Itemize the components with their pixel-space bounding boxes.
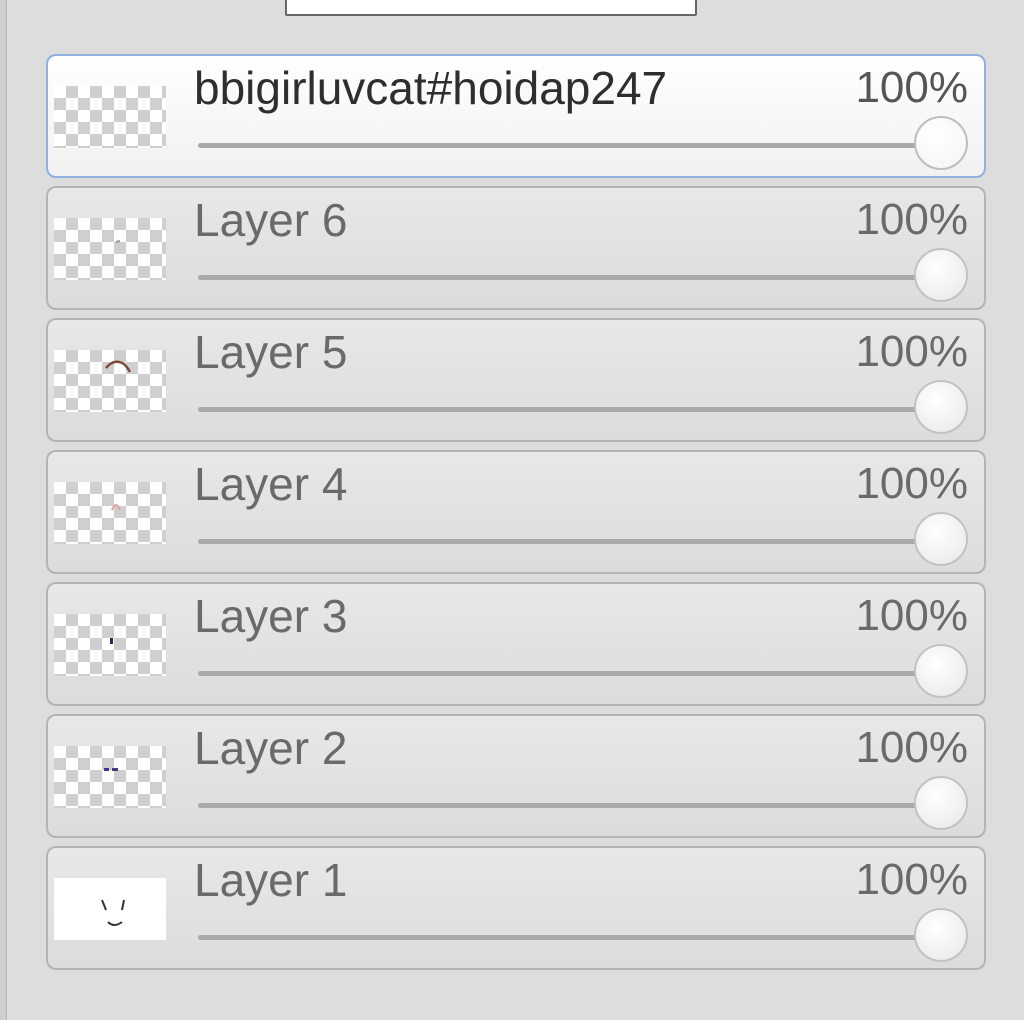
- layer-opacity-value: 100%: [855, 63, 968, 112]
- panel-left-border: [0, 0, 7, 1020]
- layer-row[interactable]: Layer 3 100%: [46, 582, 986, 706]
- brown-stroke-icon: [105, 360, 132, 373]
- opacity-slider-track[interactable]: [198, 539, 938, 544]
- layer-thumbnail[interactable]: [54, 746, 166, 808]
- opacity-slider-knob[interactable]: [914, 248, 968, 302]
- blue-marks-icon: [104, 768, 118, 771]
- opacity-slider-knob[interactable]: [914, 116, 968, 170]
- layer-opacity-value: 100%: [855, 591, 968, 640]
- layer-list: bbigirluvcat#hoidap247 100% Layer 6 100%: [46, 54, 990, 978]
- opacity-slider-knob[interactable]: [914, 776, 968, 830]
- layer-name-field[interactable]: [285, 0, 697, 16]
- layer-thumbnail[interactable]: [54, 218, 166, 280]
- opacity-slider-track[interactable]: [198, 143, 938, 148]
- opacity-slider-track[interactable]: [198, 407, 938, 412]
- layer-opacity-value: 100%: [855, 855, 968, 904]
- layer-opacity-value: 100%: [855, 195, 968, 244]
- layer-row[interactable]: Layer 1 100%: [46, 846, 986, 970]
- opacity-slider-knob[interactable]: [914, 512, 968, 566]
- layer-row[interactable]: Layer 6 100%: [46, 186, 986, 310]
- opacity-slider-track[interactable]: [198, 671, 938, 676]
- layer-thumbnail[interactable]: [54, 878, 166, 940]
- layer-thumbnail[interactable]: [54, 350, 166, 412]
- layer-opacity-value: 100%: [855, 723, 968, 772]
- dark-dot-icon: [110, 638, 113, 644]
- layer-name: Layer 1: [194, 854, 348, 906]
- opacity-slider-knob[interactable]: [914, 380, 968, 434]
- layer-thumbnail[interactable]: [54, 86, 166, 148]
- layer-row[interactable]: Layer 4 100%: [46, 450, 986, 574]
- layer-name: Layer 5: [194, 326, 348, 378]
- layer-row[interactable]: Layer 5 100%: [46, 318, 986, 442]
- pink-stroke-icon: [111, 504, 121, 511]
- opacity-slider-track[interactable]: [198, 275, 938, 280]
- layer-name: bbigirluvcat#hoidap247: [194, 62, 668, 114]
- layer-opacity-value: 100%: [855, 459, 968, 508]
- opacity-slider-track[interactable]: [198, 935, 938, 940]
- opacity-slider-track[interactable]: [198, 803, 938, 808]
- face-sketch-icon: [101, 899, 125, 926]
- layer-name: Layer 4: [194, 458, 348, 510]
- layer-name: Layer 6: [194, 194, 348, 246]
- layers-panel: bbigirluvcat#hoidap247 100% Layer 6 100%: [0, 0, 1024, 1020]
- tiny-mark-icon: [115, 240, 121, 243]
- layer-thumbnail[interactable]: [54, 614, 166, 676]
- layer-thumbnail[interactable]: [54, 482, 166, 544]
- opacity-slider-knob[interactable]: [914, 908, 968, 962]
- layer-row[interactable]: bbigirluvcat#hoidap247 100%: [46, 54, 986, 178]
- layer-opacity-value: 100%: [855, 327, 968, 376]
- layer-name: Layer 2: [194, 722, 348, 774]
- layer-row[interactable]: Layer 2 100%: [46, 714, 986, 838]
- layer-name: Layer 3: [194, 590, 348, 642]
- opacity-slider-knob[interactable]: [914, 644, 968, 698]
